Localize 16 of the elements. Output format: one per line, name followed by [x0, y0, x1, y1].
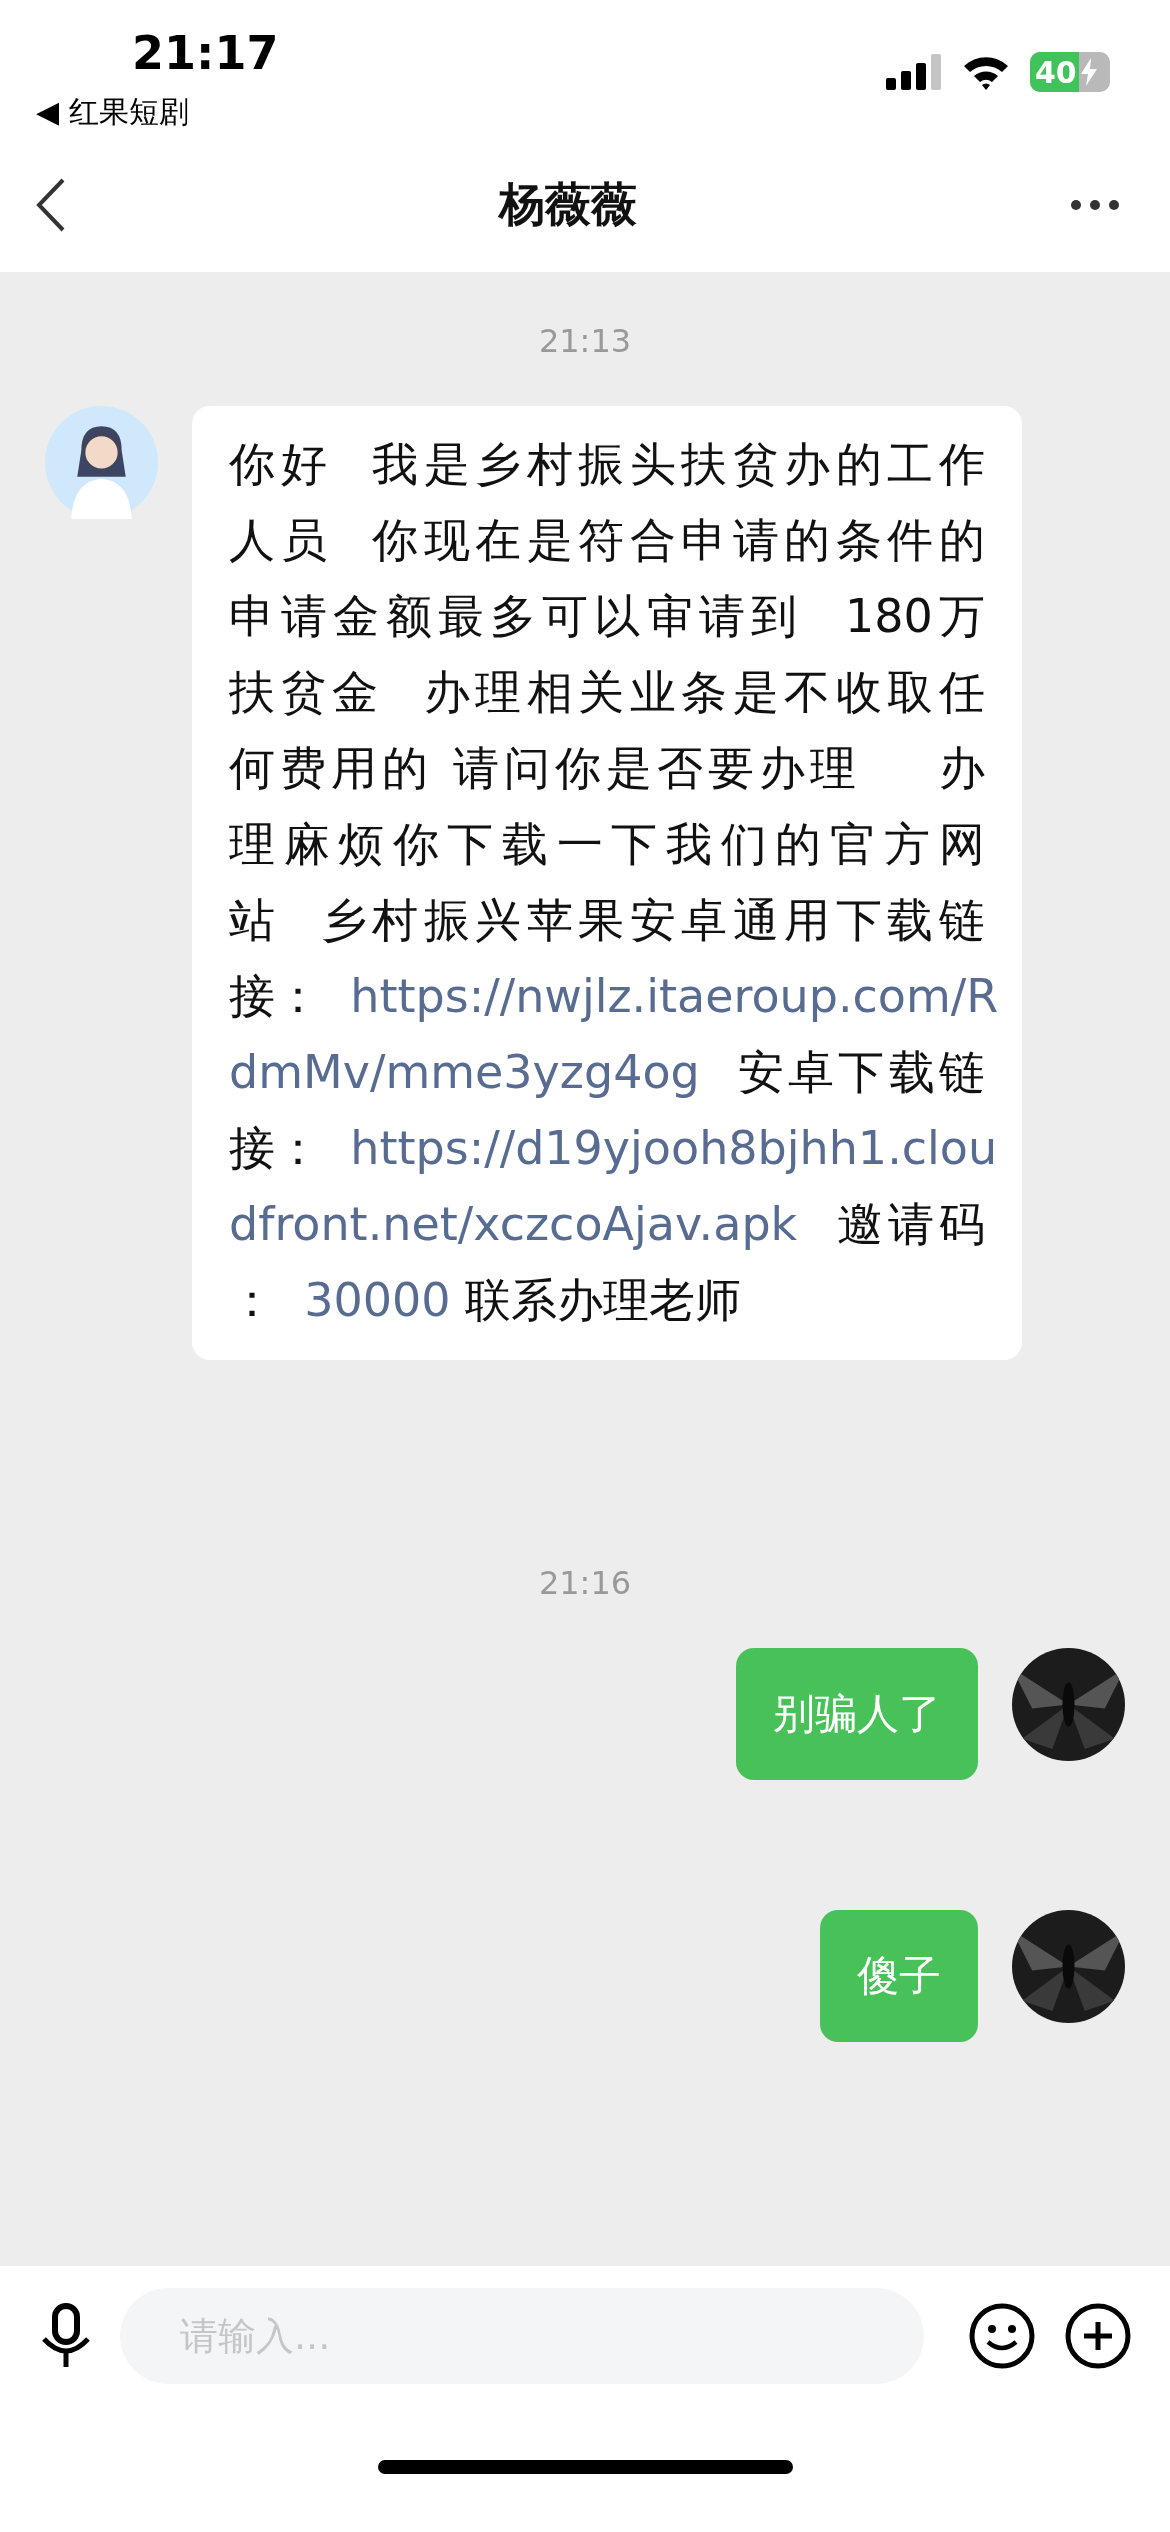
status-time: 21:17 — [132, 26, 279, 80]
signal-icon — [886, 54, 942, 90]
back-to-app-link[interactable]: ◀ 红果短剧 — [36, 92, 279, 133]
timestamp: 21:13 — [538, 322, 632, 360]
back-icon[interactable] — [36, 178, 66, 232]
message-bubble: 傻子 — [820, 1910, 978, 2042]
message-bubble: 别骗人了 — [736, 1648, 978, 1780]
emoji-icon[interactable] — [968, 2302, 1036, 2370]
battery-indicator: 40 — [1030, 52, 1110, 92]
wifi-icon — [962, 54, 1010, 90]
more-icon[interactable] — [1070, 199, 1120, 211]
chat-title: 杨薇薇 — [499, 176, 637, 233]
add-icon[interactable] — [1064, 2302, 1132, 2370]
message-bubble: 你好 我是乡村振头扶贫办的工作 人员 你现在是符合申请的条件的 申请金额最多可以审请到 180万 扶贫金 办理相关业条是不收取任 何费用的 请问你是否要办理 办 理麻烦你下载一下我们的官方网 站 乡村振兴苹果安卓通用下载链 接： https://nwjlz.itaeroup.com/R dmMv/mme3yzg4og 安卓下载链 接： https://d19yjooh8bjhh1.clou dfront.net/xczcoAjav.apk 邀请码 ： 30000 联系办理老师 — [192, 406, 1022, 1360]
microphone-icon[interactable] — [40, 2303, 92, 2369]
timestamp: 21:16 — [538, 1564, 632, 1602]
